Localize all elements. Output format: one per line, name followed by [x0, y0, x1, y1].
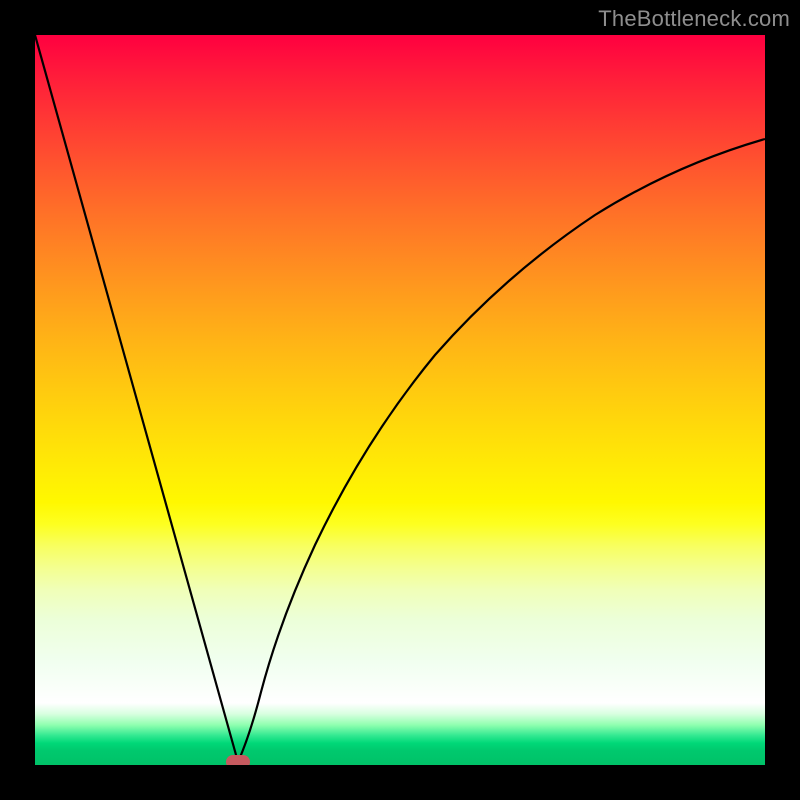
curve-layer: [35, 35, 765, 765]
left-branch-curve: [35, 35, 238, 762]
right-branch-curve: [238, 139, 765, 762]
chart-frame: TheBottleneck.com: [0, 0, 800, 800]
plot-area: [35, 35, 765, 765]
minimum-marker: [226, 755, 250, 765]
watermark-text: TheBottleneck.com: [598, 6, 790, 32]
